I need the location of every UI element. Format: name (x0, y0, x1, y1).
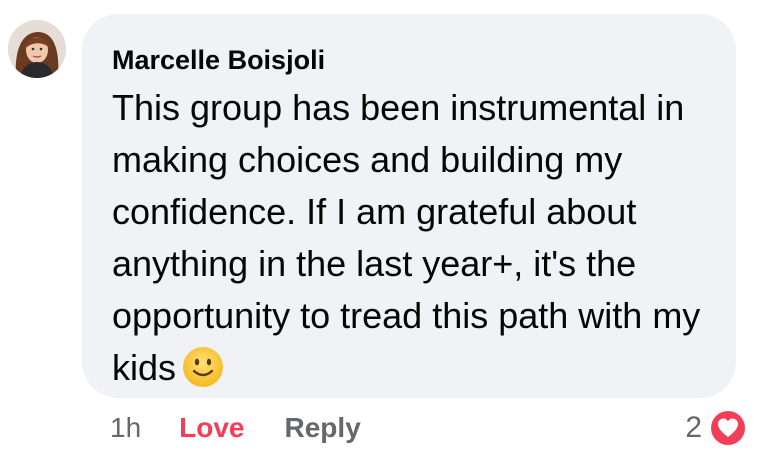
reply-button[interactable]: Reply (285, 412, 361, 444)
comment-bubble: Marcelle Boisjoli This group has been in… (82, 14, 736, 398)
comment-actions: 1h Love Reply (110, 408, 361, 448)
comment-body: This group has been instrumental in maki… (112, 82, 712, 394)
love-button[interactable]: Love (179, 412, 244, 444)
comment-text: This group has been instrumental in maki… (112, 87, 701, 388)
avatar-photo (8, 20, 66, 78)
avatar[interactable] (8, 20, 66, 78)
comment-timestamp[interactable]: 1h (110, 412, 141, 444)
reaction-count: 2 (685, 411, 702, 444)
comment-author[interactable]: Marcelle Boisjoli (112, 44, 712, 76)
love-reaction-icon (708, 408, 748, 448)
reaction-summary[interactable]: 2 (685, 406, 748, 450)
slightly-smiling-face-icon (182, 346, 224, 388)
